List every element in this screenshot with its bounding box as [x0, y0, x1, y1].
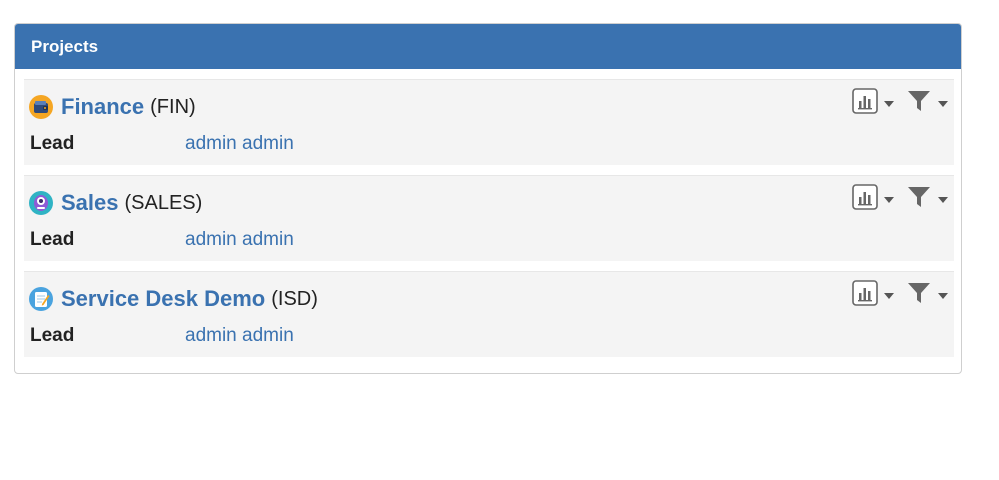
chevron-down-icon: [938, 292, 948, 299]
project-row-service-desk-demo: Service Desk Demo (ISD) Lead admin admin: [24, 271, 954, 357]
project-title-row: Sales (SALES): [29, 188, 202, 218]
project-name-link[interactable]: Finance: [61, 94, 144, 120]
filter-icon: [906, 88, 932, 119]
chart-dropdown-button[interactable]: [852, 88, 894, 119]
filter-dropdown-button[interactable]: [906, 184, 948, 215]
lead-user-link[interactable]: admin admin: [185, 325, 294, 347]
project-tools: [840, 184, 948, 215]
lead-user-link[interactable]: admin admin: [185, 229, 294, 251]
lead-row: Lead admin admin: [30, 132, 294, 156]
bar-chart-icon: [852, 280, 878, 311]
project-key: (FIN): [150, 95, 196, 118]
chevron-down-icon: [938, 100, 948, 107]
chart-dropdown-button[interactable]: [852, 280, 894, 311]
project-row-finance: Finance (FIN) Lead admin admin: [24, 79, 954, 165]
project-tools: [840, 280, 948, 311]
project-key: (ISD): [271, 287, 318, 310]
robot-icon: [29, 191, 53, 215]
project-tools: [840, 88, 948, 119]
wallet-icon: [29, 95, 53, 119]
filter-dropdown-button[interactable]: [906, 88, 948, 119]
lead-label: Lead: [30, 325, 75, 346]
lead-user-link[interactable]: admin admin: [185, 133, 294, 155]
chevron-down-icon: [884, 292, 894, 299]
filter-dropdown-button[interactable]: [906, 280, 948, 311]
bar-chart-icon: [852, 184, 878, 215]
filter-icon: [906, 280, 932, 311]
lead-row: Lead admin admin: [30, 228, 294, 252]
bar-chart-icon: [852, 88, 878, 119]
chart-dropdown-button[interactable]: [852, 184, 894, 215]
project-title-row: Finance (FIN): [29, 92, 196, 122]
project-name-link[interactable]: Service Desk Demo: [61, 286, 265, 312]
project-row-sales: Sales (SALES) Lead admin admin: [24, 175, 954, 261]
project-name-link[interactable]: Sales: [61, 190, 119, 216]
lead-row: Lead admin admin: [30, 324, 294, 348]
project-key: (SALES): [124, 191, 203, 214]
panel-title: Projects: [15, 24, 961, 69]
lead-label: Lead: [30, 229, 75, 250]
notepad-icon: [29, 287, 53, 311]
projects-panel: Projects Finance (FIN) Lead admin admin …: [14, 23, 962, 374]
chevron-down-icon: [884, 100, 894, 107]
chevron-down-icon: [884, 196, 894, 203]
filter-icon: [906, 184, 932, 215]
lead-label: Lead: [30, 133, 75, 154]
chevron-down-icon: [938, 196, 948, 203]
project-title-row: Service Desk Demo (ISD): [29, 284, 318, 314]
